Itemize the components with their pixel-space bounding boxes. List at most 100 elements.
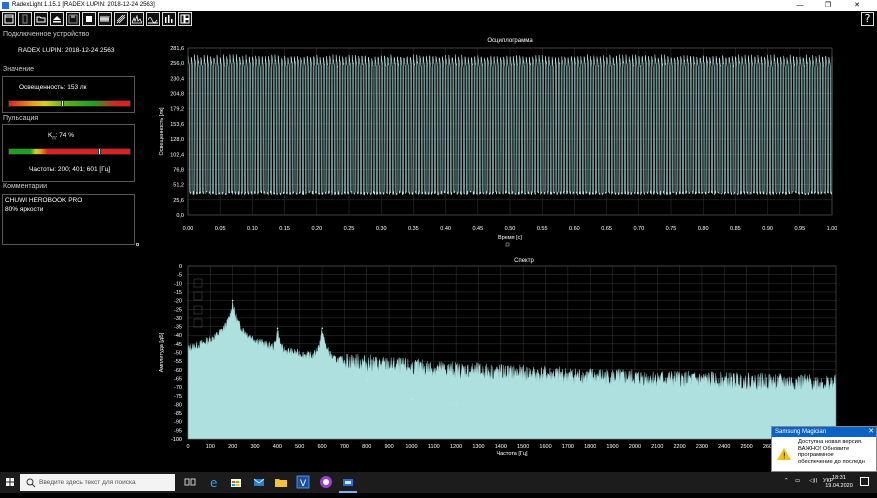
y-tick-label: -10: [174, 281, 182, 287]
spectrum-peak: [276, 327, 279, 330]
stop-button[interactable]: [82, 12, 96, 26]
start-button[interactable]: [0, 472, 20, 493]
x-tick-label: 1300: [472, 444, 484, 450]
x-tick-label: 0.45: [472, 226, 483, 232]
spectrum-view-button[interactable]: [130, 12, 144, 26]
save-button[interactable]: [66, 12, 80, 26]
notification-toast[interactable]: Samsung Magician ✕ ! Доступна новая верс…: [771, 426, 877, 472]
zoom-control: [193, 318, 203, 328]
x-tick-label: 600: [317, 444, 326, 450]
waveform-icon: [100, 15, 110, 23]
oscillogram-button[interactable]: [98, 12, 112, 26]
tray-chevron-icon[interactable]: ⌃: [784, 478, 789, 484]
x-tick-label: 1400: [495, 444, 507, 450]
task-view-icon[interactable]: [183, 475, 197, 489]
x-tick-label: 0.05: [215, 226, 226, 232]
histogram-button[interactable]: [162, 12, 176, 26]
x-tick-label: 300: [250, 444, 259, 450]
eject-button[interactable]: [50, 12, 64, 26]
taskbar-search[interactable]: Введите здесь текст для поиска: [20, 474, 175, 491]
x-tick-label: 1900: [606, 444, 618, 450]
x-tick-label: 0.95: [794, 226, 805, 232]
x-tick-label: 0.65: [601, 226, 612, 232]
new-window-button[interactable]: [2, 12, 16, 26]
layout-button[interactable]: [178, 12, 192, 26]
x-tick-label: 1600: [539, 444, 551, 450]
radexlight-task-icon[interactable]: [341, 475, 355, 489]
spectrum-peak: [321, 327, 324, 330]
maximize-button[interactable]: ❐: [817, 0, 839, 11]
window-icon: [4, 14, 14, 24]
open-button[interactable]: [34, 12, 48, 26]
device-name: RADEX LUPIN: 2018-12-24 2563: [18, 47, 115, 54]
x-tick-label: 2300: [696, 444, 708, 450]
y-tick-label: 76,8: [173, 167, 184, 173]
mail-icon[interactable]: [252, 475, 266, 489]
minimize-button[interactable]: —: [789, 0, 811, 11]
x-tick-label: 900: [385, 444, 394, 450]
volume-icon[interactable]: ◁)): [809, 478, 818, 484]
spectrum-chart: Спектр 0 -5 -10 -15 -20 -25 -30 -35 -40 -45 -50 -55 -…: [159, 242, 837, 457]
comments-box[interactable]: CHUWI HEROBOOK PRO 80% яркости: [2, 194, 135, 245]
clock[interactable]: 18:31 19.04.2020: [820, 474, 858, 490]
toolbar: ?: [0, 11, 877, 27]
y-tick-label: -100: [171, 437, 182, 443]
notification-header: Samsung Magician: [772, 427, 876, 437]
pulsation-bar: [8, 148, 131, 155]
close-button[interactable]: ✕: [846, 0, 868, 11]
action-center-icon[interactable]: [860, 477, 869, 486]
comment-line: CHUWI HEROBOOK PRO: [5, 197, 83, 204]
y-tick-label: 204,8: [170, 92, 184, 98]
x-tick-label: 400: [273, 444, 282, 450]
envelope-button[interactable]: [146, 12, 160, 26]
store-icon[interactable]: [229, 475, 243, 489]
x-tick-label: 0.90: [762, 226, 773, 232]
resize-handle[interactable]: [136, 243, 139, 246]
spectrum-title: Спектр: [514, 258, 534, 264]
bar-chart-icon: [165, 15, 173, 23]
y-tick-label: -85: [174, 411, 182, 417]
notification-close-button[interactable]: ✕: [868, 427, 874, 437]
explorer-icon[interactable]: [274, 475, 288, 489]
clock-date: 19.04.2020: [825, 483, 853, 489]
x-tick-label: 0.25: [344, 226, 355, 232]
comments-section-title: Комментарии: [3, 183, 48, 190]
spectrum-peak: [455, 403, 457, 406]
x-tick-label: 0.80: [698, 226, 709, 232]
notification-body: Доступна новая версия. ВАЖНО! Обновите п…: [798, 439, 865, 465]
viber-icon[interactable]: V: [296, 475, 310, 489]
envelope-wave-icon: [148, 17, 158, 24]
pulsation-marker: [97, 148, 101, 155]
x-tick-label: 0.60: [569, 226, 580, 232]
y-tick-label: -90: [174, 420, 182, 426]
network-icon[interactable]: ▭: [795, 478, 800, 484]
x-tick-label: 0.75: [666, 226, 677, 232]
connect-button[interactable]: [18, 12, 32, 26]
y-tick-label: -75: [174, 394, 182, 400]
y-tick-label: 51,2: [173, 183, 184, 189]
y-tick-label: 0,0: [176, 213, 184, 219]
window-title: RadexLight 1.15.1 [RADEX LUPIN: 2018-12-…: [12, 2, 155, 8]
title-bar: RadexLight 1.15.1 [RADEX LUPIN: 2018-12-…: [0, 0, 877, 11]
save-icon: [68, 14, 78, 24]
y-tick-label: 230,4: [170, 76, 184, 82]
y-tick-label: -70: [174, 385, 182, 391]
eject-icon: [53, 16, 61, 23]
illuminance-text: Освещенность: 153 лк: [19, 84, 87, 91]
y-tick-label: 102,4: [170, 152, 184, 158]
x-tick-label: 2100: [651, 444, 663, 450]
y-tick-label: -15: [174, 290, 182, 296]
x-tick-label: 1700: [562, 444, 574, 450]
device-icon: [22, 14, 28, 24]
edge-icon[interactable]: e: [208, 475, 222, 490]
illuminance-marker: [60, 100, 64, 107]
x-tick-label: 0.20: [311, 226, 322, 232]
app-purple-icon[interactable]: [319, 475, 333, 489]
help-button[interactable]: ?: [861, 12, 874, 26]
comment-line: 80% яркости: [5, 205, 44, 213]
measure-button[interactable]: [114, 12, 128, 26]
layout-icon: [180, 14, 190, 24]
y-tick-label: -55: [174, 359, 182, 365]
x-tick-label: 0.10: [247, 226, 258, 232]
oscillogram-ylabel: Освещенность [лк]: [159, 107, 165, 155]
